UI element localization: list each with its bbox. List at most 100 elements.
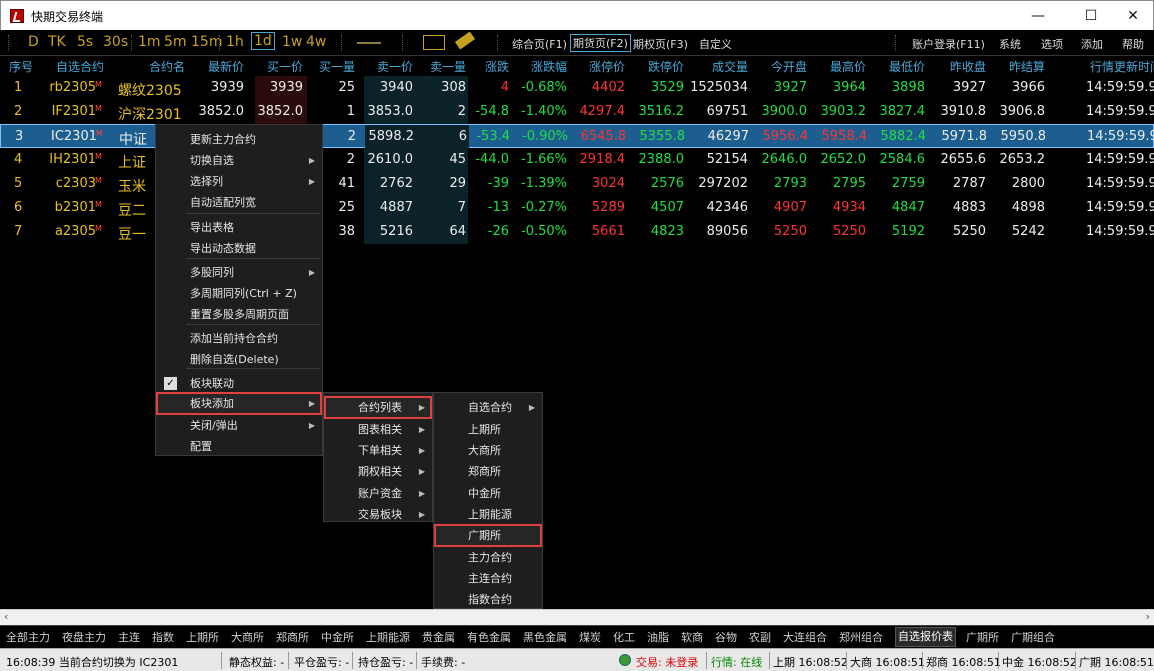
- tab-有色金属[interactable]: 有色金属: [467, 629, 511, 645]
- table-row[interactable]: 2 IF2301 M 沪深2301 3852.0 3852.0 1 3853.0 2 -54.8-…: [0, 100, 1154, 124]
- minimize-button[interactable]: —: [1015, 1, 1061, 31]
- help-menu[interactable]: 帮助: [1122, 36, 1144, 52]
- menu-item[interactable]: 自动适配列宽: [157, 192, 321, 213]
- tab-郑商所[interactable]: 郑商所: [276, 629, 309, 645]
- column-header[interactable]: 成交量: [692, 58, 748, 75]
- period-D[interactable]: D: [28, 34, 39, 50]
- menu-item[interactable]: 配置: [157, 436, 321, 457]
- column-header[interactable]: 昨收盘: [930, 58, 986, 75]
- tab-page-options[interactable]: 期权页(F3): [633, 36, 688, 52]
- submenu-item[interactable]: 账户资金 ▶: [325, 483, 431, 504]
- tab-大连组合[interactable]: 大连组合: [783, 629, 827, 645]
- tab-上期能源[interactable]: 上期能源: [366, 629, 410, 645]
- submenu-item[interactable]: 下单相关 ▶: [325, 440, 431, 461]
- close-button[interactable]: ✕: [1110, 1, 1154, 31]
- line-tool-icon[interactable]: [357, 42, 381, 44]
- tab-黑色金属[interactable]: 黑色金属: [523, 629, 567, 645]
- period-1d[interactable]: 1d: [251, 32, 275, 50]
- menu-item[interactable]: 导出表格: [157, 217, 321, 238]
- scroll-right-icon[interactable]: ›: [1146, 610, 1150, 623]
- menu-item[interactable]: 板块添加 ▶: [156, 392, 322, 415]
- submenu-item[interactable]: 广期所: [434, 524, 542, 547]
- tab-指数[interactable]: 指数: [152, 629, 174, 645]
- tab-贵金属[interactable]: 贵金属: [422, 629, 455, 645]
- column-header[interactable]: 买一价: [247, 58, 303, 75]
- tab-油脂[interactable]: 油脂: [647, 629, 669, 645]
- column-header[interactable]: 最高价: [810, 58, 866, 75]
- submenu-item[interactable]: 主力合约: [435, 547, 541, 568]
- tab-自选报价表[interactable]: 自选报价表: [895, 627, 956, 647]
- tab-夜盘主力[interactable]: 夜盘主力: [62, 629, 106, 645]
- horizontal-scrollbar[interactable]: ‹ ›: [0, 609, 1154, 625]
- tab-广期组合[interactable]: 广期组合: [1011, 629, 1055, 645]
- column-header[interactable]: 昨结算: [989, 58, 1045, 75]
- submenu-item[interactable]: 上期能源: [435, 504, 541, 525]
- menu-item[interactable]: 更新主力合约: [157, 129, 321, 150]
- tab-page-custom[interactable]: 自定义: [699, 36, 732, 52]
- tab-煤炭[interactable]: 煤炭: [579, 629, 601, 645]
- system-menu[interactable]: 系统: [999, 36, 1021, 52]
- eraser-icon[interactable]: [455, 31, 475, 50]
- menu-item[interactable]: 导出动态数据: [157, 238, 321, 259]
- column-header[interactable]: 涨跌: [453, 58, 509, 75]
- submenu-item[interactable]: 中金所: [435, 483, 541, 504]
- tab-软商[interactable]: 软商: [681, 629, 703, 645]
- column-header[interactable]: 行情更新时间: [1090, 58, 1154, 75]
- period-1w[interactable]: 1w: [282, 34, 302, 50]
- tab-大商所[interactable]: 大商所: [231, 629, 264, 645]
- tab-上期所[interactable]: 上期所: [186, 629, 219, 645]
- period-4w[interactable]: 4w: [306, 34, 326, 50]
- tab-广期所[interactable]: 广期所: [966, 629, 999, 645]
- submenu-item[interactable]: 指数合约: [435, 589, 541, 610]
- column-header[interactable]: 涨停价: [569, 58, 625, 75]
- checkbox-icon[interactable]: ✓: [164, 377, 177, 390]
- menu-item[interactable]: 添加当前持仓合约: [157, 328, 321, 349]
- tab-谷物[interactable]: 谷物: [715, 629, 737, 645]
- tab-page-composite[interactable]: 综合页(F1): [512, 36, 567, 52]
- column-header[interactable]: 涨跌幅: [511, 58, 567, 75]
- period-1m[interactable]: 1m: [138, 34, 161, 50]
- column-header[interactable]: 序号: [9, 58, 35, 75]
- tab-农副[interactable]: 农副: [749, 629, 771, 645]
- column-header[interactable]: 买一量: [299, 58, 355, 75]
- tab-主连[interactable]: 主连: [118, 629, 140, 645]
- submenu-item[interactable]: 上期所: [435, 419, 541, 440]
- submenu-item[interactable]: 郑商所: [435, 461, 541, 482]
- menu-item[interactable]: 重置多股多周期页面: [157, 304, 321, 325]
- tab-中金所[interactable]: 中金所: [321, 629, 354, 645]
- submenu-item[interactable]: 期权相关 ▶: [325, 461, 431, 482]
- submenu-item[interactable]: 大商所: [435, 440, 541, 461]
- scroll-left-icon[interactable]: ‹: [4, 610, 8, 623]
- period-15m[interactable]: 15m: [191, 34, 222, 50]
- column-header[interactable]: 卖一价: [357, 58, 413, 75]
- column-header[interactable]: 跌停价: [628, 58, 684, 75]
- column-header[interactable]: 合约名: [129, 58, 185, 75]
- column-header[interactable]: 自选合约: [48, 58, 104, 75]
- tab-全部主力[interactable]: 全部主力: [6, 629, 50, 645]
- menu-item[interactable]: 多股同列 ▶: [157, 262, 321, 283]
- column-header[interactable]: 最新价: [188, 58, 244, 75]
- period-1h[interactable]: 1h: [226, 34, 244, 50]
- tab-郑州组合[interactable]: 郑州组合: [839, 629, 883, 645]
- submenu-item[interactable]: 图表相关 ▶: [325, 419, 431, 440]
- menu-item[interactable]: 板块联动 ✓: [157, 373, 321, 394]
- table-row[interactable]: 1 rb2305 M 螺纹2305 3939 3939 25 3940 308 4 -0.68% 44…: [0, 76, 1154, 100]
- menu-item[interactable]: 选择列 ▶: [157, 171, 321, 192]
- submenu-item[interactable]: 自选合约 ▶: [435, 397, 541, 418]
- column-header[interactable]: 今开盘: [751, 58, 807, 75]
- maximize-button[interactable]: ☐: [1068, 1, 1114, 31]
- period-5s[interactable]: 5s: [77, 34, 93, 50]
- account-login-button[interactable]: 账户登录(F11): [912, 36, 985, 52]
- period-TK[interactable]: TK: [48, 34, 66, 50]
- menu-item[interactable]: 多周期同列(Ctrl + Z): [157, 283, 321, 304]
- period-30s[interactable]: 30s: [103, 34, 128, 50]
- menu-item[interactable]: 删除自选(Delete): [157, 349, 321, 370]
- add-menu[interactable]: 添加: [1081, 36, 1103, 52]
- tab-化工[interactable]: 化工: [613, 629, 635, 645]
- period-5m[interactable]: 5m: [164, 34, 187, 50]
- submenu-item[interactable]: 合约列表 ▶: [324, 396, 432, 419]
- submenu-item[interactable]: 主连合约: [435, 568, 541, 589]
- options-menu[interactable]: 选项: [1041, 36, 1063, 52]
- menu-item[interactable]: 切换自选 ▶: [157, 150, 321, 171]
- rectangle-tool-icon[interactable]: [423, 35, 445, 50]
